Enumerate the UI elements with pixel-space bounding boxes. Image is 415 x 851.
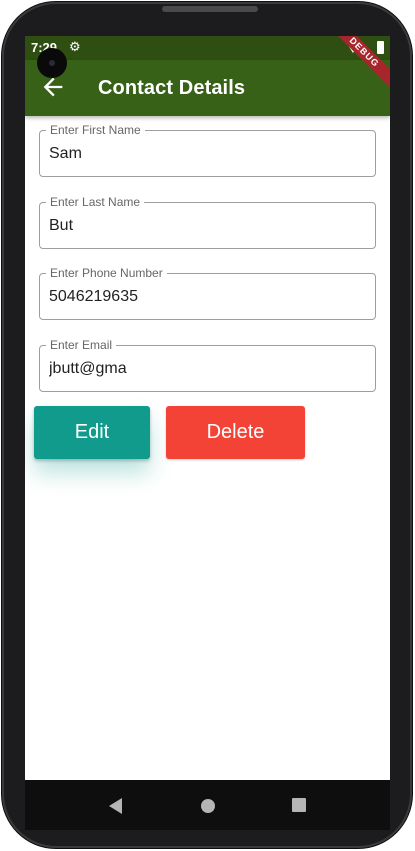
square-recents-icon[interactable] bbox=[292, 798, 306, 812]
last-name-field: Enter Last Name bbox=[39, 195, 376, 249]
delete-button[interactable]: Delete bbox=[166, 406, 305, 459]
triangle-back-icon[interactable] bbox=[109, 798, 122, 814]
app-bar: Contact Details bbox=[25, 60, 390, 116]
last-name-input[interactable] bbox=[49, 217, 367, 235]
email-field: Enter Email bbox=[39, 338, 376, 392]
edit-button[interactable]: Edit bbox=[34, 406, 150, 459]
phone-number-label: Enter Phone Number bbox=[46, 266, 167, 280]
system-navigation-bar bbox=[25, 780, 390, 830]
first-name-field: Enter First Name bbox=[39, 123, 376, 177]
phone-number-input[interactable] bbox=[49, 288, 367, 306]
status-bar: 7:29 ⚙ bbox=[25, 36, 390, 60]
gear-icon: ⚙ bbox=[69, 39, 81, 54]
email-input[interactable] bbox=[49, 360, 367, 378]
phone-number-field: Enter Phone Number bbox=[39, 266, 376, 320]
first-name-label: Enter First Name bbox=[46, 123, 145, 137]
email-label: Enter Email bbox=[46, 338, 117, 352]
battery-icon bbox=[377, 41, 384, 54]
front-camera bbox=[37, 48, 67, 78]
app-screen: 7:29 ⚙ Contact Details DEBUG Enter First… bbox=[25, 36, 390, 780]
circle-home-icon[interactable] bbox=[201, 799, 215, 813]
first-name-input[interactable] bbox=[49, 145, 367, 163]
page-title: Contact Details bbox=[98, 77, 246, 99]
speaker-grille bbox=[162, 6, 258, 12]
last-name-label: Enter Last Name bbox=[46, 195, 145, 209]
